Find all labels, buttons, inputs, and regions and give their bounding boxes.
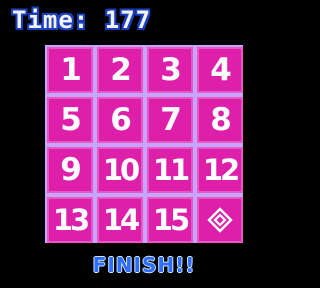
diamond-gem-icon [207,207,233,233]
tile-6[interactable]: 6 [97,97,143,143]
tile-gem[interactable] [197,197,243,243]
tile-7[interactable]: 7 [147,97,193,143]
tile-15[interactable]: 15 [147,197,193,243]
tile-1[interactable]: 1 [47,47,93,93]
timer-text: Time: 177 [12,6,152,34]
tile-10[interactable]: 10 [97,147,143,193]
tile-11[interactable]: 11 [147,147,193,193]
tile-13[interactable]: 13 [47,197,93,243]
tile-5[interactable]: 5 [47,97,93,143]
tile-9[interactable]: 9 [47,147,93,193]
tile-3[interactable]: 3 [147,47,193,93]
puzzle-board: 1 2 3 4 5 6 7 8 9 10 11 12 13 14 15 [45,45,243,243]
tile-8[interactable]: 8 [197,97,243,143]
tile-4[interactable]: 4 [197,47,243,93]
tile-14[interactable]: 14 [97,197,143,243]
tile-12[interactable]: 12 [197,147,243,193]
tile-2[interactable]: 2 [97,47,143,93]
finish-message: FINISH!! [92,253,196,277]
